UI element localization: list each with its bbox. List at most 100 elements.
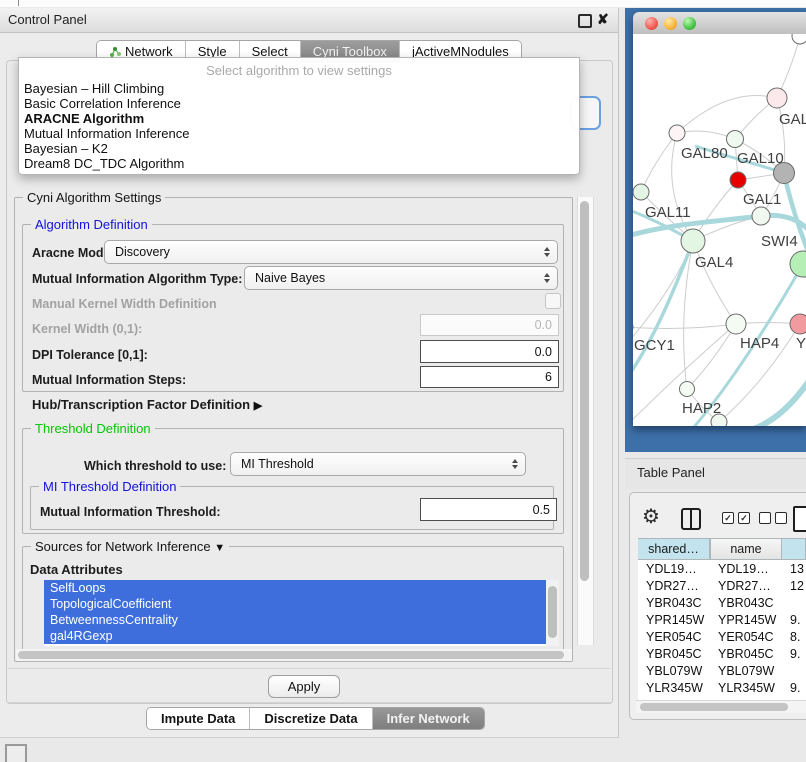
cell-name: YBR043C	[710, 594, 782, 611]
aracne-mode-value: Discovery	[115, 245, 170, 259]
cell-shared: YPR145W	[638, 611, 710, 628]
network-node-hap2[interactable]	[680, 382, 695, 397]
minimize-traffic-light-icon[interactable]	[664, 17, 677, 30]
aracne-mode-label: Aracne Mode:	[32, 246, 115, 260]
network-node-swi4[interactable]	[752, 207, 770, 225]
kernel-width-field[interactable]: 0.0	[420, 314, 559, 336]
attributes-scrollbar-thumb[interactable]	[548, 586, 557, 638]
table-row[interactable]: YBL079WYBL079W	[638, 662, 806, 679]
cell-shared: YDR27…	[638, 577, 710, 594]
settings-vscrollbar-thumb[interactable]	[580, 201, 589, 581]
cell-name: YBR045C	[710, 645, 782, 662]
table-row[interactable]: YDL19…YDL19…13	[638, 560, 806, 577]
table-horizontal-scrollbar[interactable]	[636, 700, 806, 713]
dropdown-item[interactable]: Mutual Information Inference	[24, 126, 189, 141]
hub-definition-disclosure[interactable]: Hub/Transcription Factor Definition ▶	[32, 397, 262, 412]
close-traffic-light-icon[interactable]	[645, 17, 658, 30]
attributes-list-scrollbar[interactable]	[546, 580, 559, 646]
attribute-item-selected[interactable]: gal4RGexp	[44, 628, 546, 644]
mi-steps-value: 6	[545, 370, 552, 384]
cell-value: 9.	[782, 645, 806, 662]
network-graph: GAL GAL80 GAL10 GAL1 GAL11 SWI4 GAL4 HAP…	[633, 34, 806, 426]
attribute-item-selected[interactable]: SelfLoops	[44, 580, 546, 596]
network-node-gal80[interactable]	[669, 125, 685, 141]
network-edges-highlighted[interactable]	[633, 146, 806, 426]
network-node-gal4[interactable]	[681, 229, 705, 253]
zoom-traffic-light-icon[interactable]	[683, 17, 696, 30]
cell-shared: YDL19…	[638, 560, 710, 577]
aracne-mode-combo[interactable]: Discovery	[104, 240, 558, 264]
hub-definition-label: Hub/Transcription Factor Definition	[32, 397, 250, 412]
apply-button[interactable]: Apply	[268, 675, 340, 698]
which-threshold-combo[interactable]: MI Threshold	[230, 452, 526, 476]
column-header-cut[interactable]	[782, 538, 806, 560]
cell-name: YBL079W	[710, 662, 782, 679]
table-row[interactable]: YPR145WYPR145W9.	[638, 611, 806, 628]
table-panel-title: Table Panel	[637, 465, 705, 480]
threshold-definition-title: Threshold Definition	[31, 421, 155, 436]
network-window-titlebar[interactable]	[633, 12, 806, 35]
dropdown-item[interactable]: Bayesian – K2	[24, 141, 108, 156]
mi-steps-field[interactable]: 6	[420, 366, 559, 388]
network-node-hap4[interactable]	[726, 314, 746, 334]
select-all-checkboxes-icon[interactable]: ✓ ✓	[722, 512, 750, 524]
manual-kernel-label: Manual Kernel Width Definition	[32, 297, 217, 311]
settings-vertical-scrollbar[interactable]	[577, 197, 594, 645]
attribute-item-selected[interactable]: TopologicalCoefficient	[44, 596, 546, 612]
node-label: GAL11	[645, 204, 691, 221]
tab-infer-network[interactable]: Infer Network	[373, 708, 484, 729]
network-node-salmon[interactable]	[790, 314, 806, 334]
close-icon[interactable]: ✘	[597, 11, 609, 28]
data-attributes-list: SelfLoops TopologicalCoefficient Between…	[44, 580, 546, 646]
settings-horizontal-scrollbar[interactable]	[16, 649, 572, 661]
network-node-gal-cut[interactable]	[767, 88, 787, 108]
dpi-tolerance-field[interactable]: 0.0	[420, 340, 559, 363]
tab-discretize-data[interactable]: Discretize Data	[250, 708, 372, 729]
network-node[interactable]	[792, 34, 806, 44]
separator	[7, 702, 611, 703]
network-node-bright-green[interactable]	[790, 251, 806, 277]
mi-threshold-field[interactable]: 0.5	[420, 498, 557, 521]
column-header-name[interactable]: name	[710, 538, 782, 560]
network-node-gal11[interactable]	[633, 184, 649, 200]
table-hscrollbar-thumb[interactable]	[640, 703, 788, 711]
tab-impute-data[interactable]: Impute Data	[147, 708, 250, 729]
cell-name: YPR145W	[710, 611, 782, 628]
data-attributes-label: Data Attributes	[30, 562, 123, 577]
table-row[interactable]: YBR045CYBR045C9.	[638, 645, 806, 662]
attribute-item-selected[interactable]: BetweennessCentrality	[44, 612, 546, 628]
minimized-widget-icon[interactable]	[5, 744, 27, 762]
sources-group-title[interactable]: Sources for Network Inference ▼	[31, 539, 229, 554]
table-row[interactable]: YDR27…YDR27…12	[638, 577, 806, 594]
export-table-icon[interactable]	[793, 506, 806, 532]
network-window: GAL GAL80 GAL10 GAL1 GAL11 SWI4 GAL4 HAP…	[633, 12, 806, 426]
column-header-shared-name[interactable]: shared…	[638, 538, 710, 560]
tab-infer-network-label: Infer Network	[387, 711, 470, 726]
network-canvas[interactable]: GAL GAL80 GAL10 GAL1 GAL11 SWI4 GAL4 HAP…	[633, 34, 806, 426]
dpi-tolerance-label: DPI Tolerance [0,1]:	[32, 348, 148, 362]
table-row[interactable]: YLR345WYLR345W9.	[638, 679, 806, 696]
mi-threshold-value: 0.5	[533, 503, 550, 517]
tab-discretize-data-label: Discretize Data	[264, 711, 357, 726]
float-window-icon[interactable]	[578, 14, 592, 28]
gear-icon[interactable]: ⚙	[642, 507, 660, 527]
checked-box-icon: ✓	[738, 512, 750, 524]
dropdown-item[interactable]: Dream8 DC_TDC Algorithm	[24, 156, 184, 171]
settings-hscrollbar-thumb[interactable]	[18, 651, 564, 659]
tab-impute-data-label: Impute Data	[161, 711, 235, 726]
table-row[interactable]: YER054CYER054C8.	[638, 628, 806, 645]
dropdown-item[interactable]: Basic Correlation Inference	[24, 96, 181, 111]
network-node-gal1-red[interactable]	[730, 172, 746, 188]
node-label: GAL4	[695, 254, 733, 271]
node-label: GAL80	[681, 145, 728, 162]
mi-type-combo[interactable]: Naive Bayes	[244, 266, 558, 290]
dropdown-item[interactable]: Bayesian – Hill Climbing	[24, 81, 164, 96]
table-row[interactable]: YBR043CYBR043C	[638, 594, 806, 611]
network-node-gal10[interactable]	[727, 131, 744, 148]
dropdown-item-selected[interactable]: ARACNE Algorithm	[24, 111, 144, 126]
deselect-all-checkboxes-icon[interactable]	[759, 512, 787, 524]
manual-kernel-checkbox[interactable]	[545, 293, 561, 309]
column-layout-icon[interactable]	[681, 508, 701, 530]
cell-shared: YBL079W	[638, 662, 710, 679]
cell-name: YDL19…	[710, 560, 782, 577]
